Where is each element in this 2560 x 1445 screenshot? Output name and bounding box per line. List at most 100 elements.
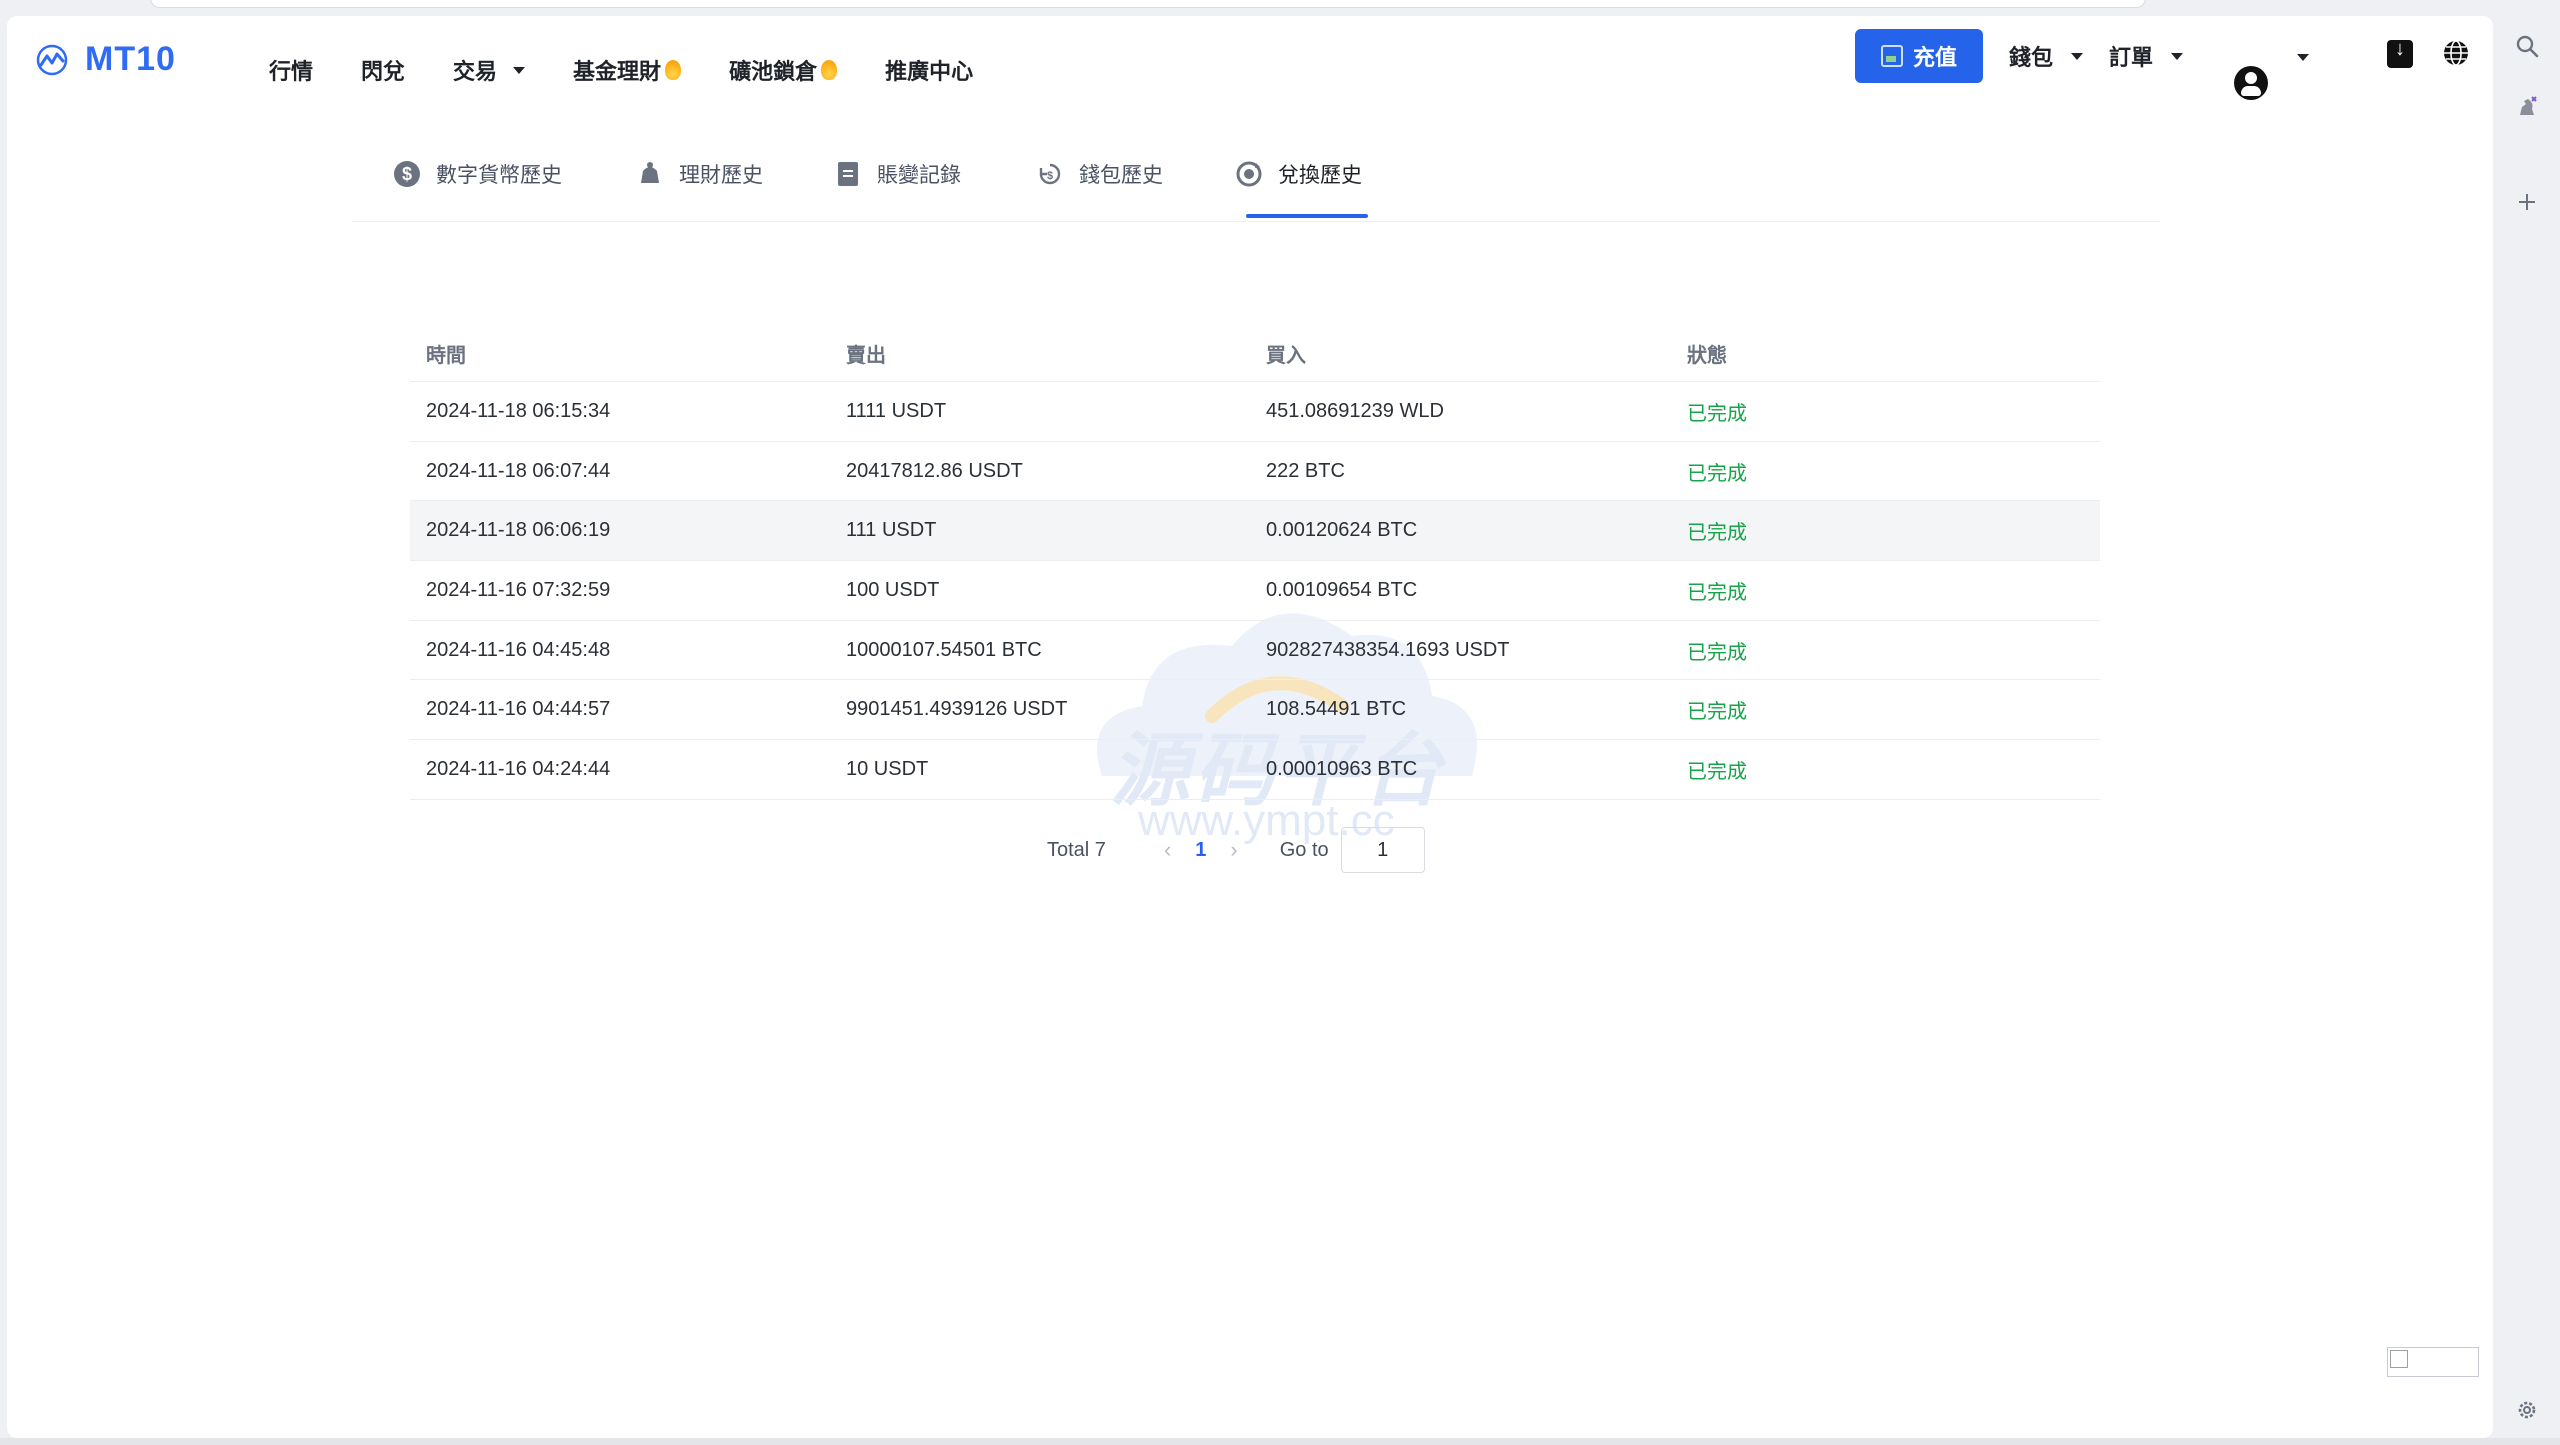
cell-sell: 20417812.86 USDT	[846, 459, 1023, 482]
caret-down-icon[interactable]	[2297, 54, 2309, 61]
caret-down-icon	[513, 66, 526, 74]
tab-exchange-history[interactable]: 兌換歷史	[1234, 154, 1362, 194]
menu-item-mining-pool[interactable]: 礦池鎖倉	[729, 54, 838, 86]
globe-icon[interactable]	[2441, 38, 2471, 68]
logo-mark-icon	[36, 44, 68, 75]
browser-top-strip	[0, 0, 2560, 16]
cell-status: 已完成	[1687, 402, 1747, 425]
main-menu: 行情 閃兌 交易 基金理財 礦池鎖倉 推廣中心	[269, 54, 1021, 86]
table-row: 2024-11-16 04:45:48 10000107.54501 BTC 9…	[410, 621, 2100, 681]
top-navbar: MT10 行情 閃兌 交易 基金理財 礦池鎖倉 推廣中心 充值 錢包 訂單	[7, 16, 2493, 116]
menu-item-trade[interactable]: 交易	[453, 54, 526, 86]
menu-item-label: 交易	[453, 59, 498, 84]
cell-time: 2024-11-18 06:07:44	[426, 459, 611, 482]
menu-item-flash-swap[interactable]: 閃兌	[361, 54, 405, 86]
table-row: 2024-11-16 04:44:57 9901451.4939126 USDT…	[410, 680, 2100, 741]
right-nav: 充值 錢包 訂單	[1855, 28, 2184, 84]
goto-page-input[interactable]: 1	[1340, 827, 1425, 873]
tab-label: 錢包歷史	[1079, 164, 1163, 187]
cell-time: 2024-11-16 04:24:44	[426, 757, 611, 780]
tab-label: 理財歷史	[679, 164, 763, 187]
recharge-label: 充值	[1912, 45, 1957, 70]
cell-status: 已完成	[1687, 462, 1747, 485]
cell-buy: 108.54491 BTC	[1266, 698, 1407, 721]
svg-text:$: $	[1047, 170, 1053, 182]
cell-buy: 0.00010963 BTC	[1266, 757, 1418, 780]
table-row: 2024-11-18 06:07:44 20417812.86 USDT 222…	[410, 442, 2100, 502]
settings-gear-icon[interactable]	[2511, 1394, 2543, 1426]
menu-item-market[interactable]: 行情	[269, 54, 313, 86]
cell-time: 2024-11-16 04:44:57	[426, 698, 611, 721]
fire-icon	[665, 60, 682, 80]
pagination-total: Total 7	[1047, 838, 1106, 861]
table-row: 2024-11-18 06:15:34 1111 USDT 451.086912…	[410, 382, 2100, 442]
next-page-icon[interactable]: ›	[1230, 837, 1237, 863]
cell-buy: 0.00120624 BTC	[1266, 519, 1418, 542]
cell-status: 已完成	[1687, 760, 1747, 783]
logo[interactable]: MT10	[35, 40, 176, 79]
goto-label: Go to	[1279, 838, 1329, 861]
prev-page-icon[interactable]: ‹	[1164, 837, 1171, 863]
column-header-buy: 買入	[1266, 345, 1306, 367]
column-header-sell: 賣出	[846, 345, 886, 367]
wallet-label: 錢包	[2009, 45, 2054, 70]
address-bar[interactable]	[150, 0, 2146, 8]
page-number-current[interactable]: 1	[1195, 839, 1206, 862]
user-avatar-icon[interactable]	[2234, 66, 2268, 100]
history-tabs: $ 數字貨幣歷史 理財歷史 賬變記錄 $ 錢包歷史 兌換歷史	[352, 136, 2160, 222]
cell-sell: 1111 USDT	[846, 399, 947, 422]
wallet-dropdown[interactable]: 錢包	[2009, 40, 2084, 72]
column-header-time: 時間	[426, 345, 466, 367]
menu-item-label: 基金理財	[573, 59, 662, 84]
tab-crypto-history[interactable]: $ 數字貨幣歷史	[392, 154, 562, 194]
orders-dropdown[interactable]: 訂單	[2109, 40, 2184, 72]
piggy-bank-icon	[635, 159, 665, 189]
broken-image-icon	[2387, 1347, 2479, 1377]
table-row-hovered: 2024-11-18 06:06:19 111 USDT 0.00120624 …	[410, 501, 2100, 562]
download-icon[interactable]	[2387, 38, 2413, 68]
broken-image-icon	[1880, 45, 1903, 67]
table-row: 2024-11-16 07:32:59 100 USDT 0.00109654 …	[410, 561, 2100, 621]
menu-item-label: 礦池鎖倉	[729, 59, 818, 84]
brand-name: MT10	[85, 40, 176, 78]
document-icon	[833, 159, 863, 189]
cell-time: 2024-11-18 06:06:19	[426, 519, 611, 542]
cell-sell: 9901451.4939126 USDT	[846, 698, 1068, 721]
table-header: 時間 賣出 買入 狀態	[410, 326, 2100, 382]
cell-buy: 902827438354.1693 USDT	[1266, 638, 1510, 661]
bottom-edge	[0, 1438, 2560, 1445]
menu-item-label: 推廣中心	[885, 59, 974, 84]
cell-sell: 10000107.54501 BTC	[846, 638, 1042, 661]
pagination: Total 7 ‹ 1 › Go to 1	[1047, 824, 1425, 876]
recharge-button[interactable]: 充值	[1855, 29, 1983, 83]
cell-buy: 451.08691239 WLD	[1266, 399, 1444, 422]
search-icon[interactable]	[2511, 30, 2543, 62]
fire-icon	[821, 60, 838, 80]
cell-status: 已完成	[1687, 641, 1747, 664]
tab-wallet-history[interactable]: $ 錢包歷史	[1035, 154, 1163, 194]
caret-down-icon	[2071, 52, 2084, 60]
menu-item-referral[interactable]: 推廣中心	[885, 54, 973, 86]
exchange-icon	[1234, 159, 1264, 189]
menu-item-fund[interactable]: 基金理財	[573, 54, 682, 86]
cell-time: 2024-11-18 06:15:34	[426, 399, 611, 422]
tab-label: 數字貨幣歷史	[436, 164, 562, 187]
orders-label: 訂單	[2109, 45, 2154, 70]
cell-status: 已完成	[1687, 522, 1747, 545]
add-icon[interactable]	[2511, 186, 2543, 218]
active-tab-indicator	[1246, 214, 1368, 218]
cell-status: 已完成	[1687, 581, 1747, 604]
cell-buy: 0.00109654 BTC	[1266, 578, 1418, 601]
cell-time: 2024-11-16 04:45:48	[426, 638, 611, 661]
cell-sell: 111 USDT	[846, 519, 937, 542]
table-row: 2024-11-16 04:24:44 10 USDT 0.00010963 B…	[410, 740, 2100, 800]
chess-piece-icon[interactable]	[2511, 90, 2543, 122]
app-page: MT10 行情 閃兌 交易 基金理財 礦池鎖倉 推廣中心 充值 錢包 訂單 ↓ …	[7, 16, 2493, 1438]
tab-finance-history[interactable]: 理財歷史	[635, 154, 763, 194]
tab-account-change-records[interactable]: 賬變記錄	[833, 154, 961, 194]
dollar-circle-icon: $	[392, 159, 422, 189]
cell-time: 2024-11-16 07:32:59	[426, 578, 611, 601]
tab-label: 賬變記錄	[877, 164, 961, 187]
svg-text:$: $	[402, 164, 412, 184]
tab-label: 兌換歷史	[1278, 164, 1362, 187]
